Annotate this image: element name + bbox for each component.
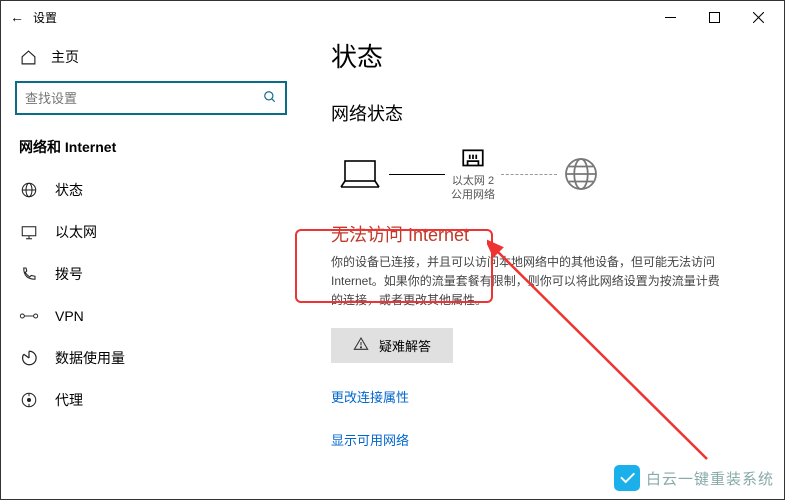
change-connection-link[interactable]: 更改连接属性 [331, 387, 754, 406]
watermark: 白云一键重装系统 [614, 465, 774, 491]
search-box[interactable] [15, 81, 287, 115]
monitor-icon [19, 222, 39, 242]
sidebar-item-proxy[interactable]: 代理 [15, 379, 287, 421]
sidebar-item-datausage[interactable]: 数据使用量 [15, 337, 287, 379]
page-title: 状态 [331, 37, 754, 74]
close-button[interactable] [736, 1, 780, 33]
adapter-block: 以太网 2 公用网络 [451, 146, 495, 203]
globe-outline-icon [19, 180, 39, 200]
sidebar-item-ethernet[interactable]: 以太网 [15, 211, 287, 253]
sidebar-item-label: 状态 [55, 180, 83, 200]
maximize-button[interactable] [692, 1, 736, 33]
laptop-icon [337, 157, 383, 191]
content-pane: 状态 网络状态 以太网 2 公用网络 无法访问 Internet 你的设备已连接… [301, 33, 784, 501]
sidebar: 主页 网络和 Internet 状态 以太网 拨号 VPN 数据使用量 [1, 33, 301, 501]
troubleshoot-button[interactable]: 疑难解答 [331, 328, 453, 363]
adapter-name: 以太网 2 [452, 174, 494, 188]
sidebar-item-label: 拨号 [55, 264, 83, 284]
data-usage-icon [19, 348, 39, 368]
status-description: 你的设备已连接，并且可以访问本地网络中的其他设备，但可能无法访问 Interne… [331, 253, 731, 311]
troubleshoot-label: 疑难解答 [379, 336, 431, 355]
home-link[interactable]: 主页 [15, 39, 287, 81]
sidebar-item-vpn[interactable]: VPN [15, 295, 287, 337]
sidebar-item-label: VPN [55, 308, 84, 324]
watermark-logo-icon [614, 465, 640, 491]
search-icon [263, 90, 277, 107]
vpn-icon [19, 306, 39, 326]
sidebar-item-label: 以太网 [55, 222, 97, 242]
section-title: 网络和 Internet [15, 135, 287, 169]
show-networks-link[interactable]: 显示可用网络 [331, 430, 754, 449]
proxy-icon [19, 390, 39, 410]
adapter-network-type: 公用网络 [451, 188, 495, 202]
globe-icon [563, 156, 599, 192]
sidebar-item-label: 代理 [55, 390, 83, 410]
home-label: 主页 [51, 47, 79, 67]
warning-icon [353, 336, 369, 355]
no-internet-heading: 无法访问 Internet [331, 221, 754, 247]
back-button[interactable]: ← [5, 9, 29, 25]
watermark-text: 白云一键重装系统 [646, 468, 774, 489]
phone-icon [19, 264, 39, 284]
window-title: 设置 [29, 9, 57, 26]
home-icon [19, 49, 37, 66]
connection-dashed-icon [501, 174, 557, 175]
connection-line-icon [389, 174, 445, 175]
minimize-button[interactable] [648, 1, 692, 33]
section-subtitle: 网络状态 [331, 100, 754, 126]
sidebar-item-dialup[interactable]: 拨号 [15, 253, 287, 295]
network-diagram: 以太网 2 公用网络 [337, 146, 754, 203]
sidebar-item-status[interactable]: 状态 [15, 169, 287, 211]
ethernet-port-icon [460, 146, 486, 172]
sidebar-item-label: 数据使用量 [55, 348, 125, 368]
search-input[interactable] [25, 91, 263, 106]
